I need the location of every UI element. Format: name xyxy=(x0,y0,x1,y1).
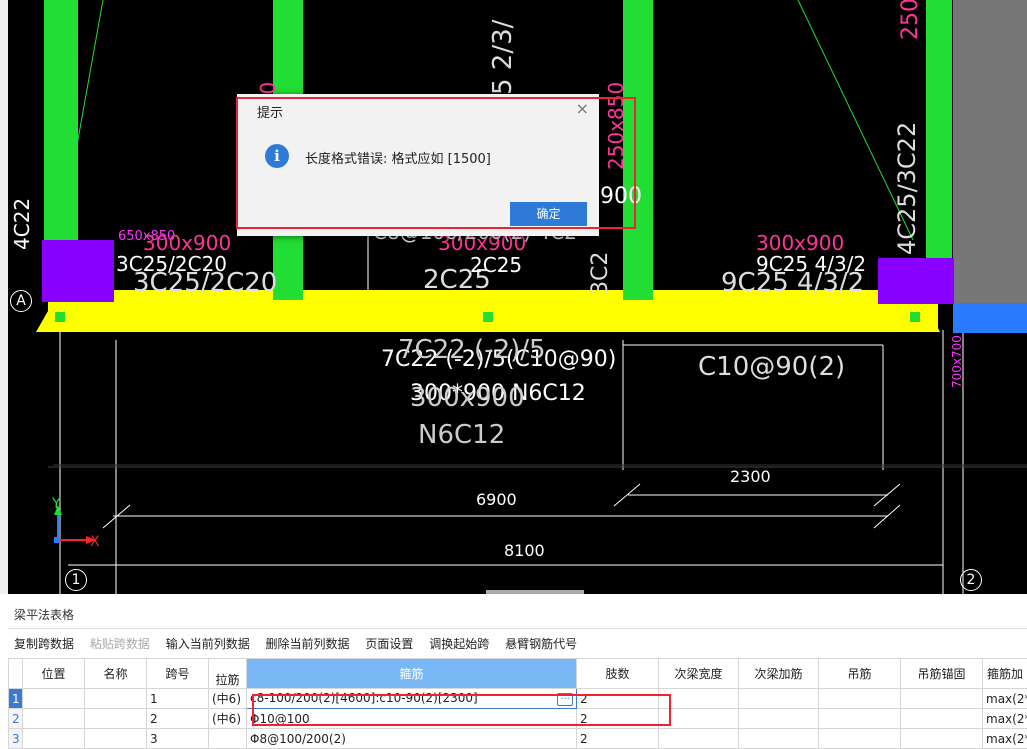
column-left xyxy=(44,0,78,245)
axis-2-marker: 2 xyxy=(960,569,982,591)
x-axis-label: X xyxy=(90,534,100,550)
cell-tie[interactable]: (中6) xyxy=(209,689,247,709)
delete-column-button[interactable]: 删除当前列数据 xyxy=(266,635,350,652)
label-700: 700x700 xyxy=(950,335,964,388)
axis-1-marker: 1 xyxy=(65,569,87,591)
header-stirrup-add[interactable]: 箍筋加 xyxy=(983,659,1027,689)
label-4c25: 4C25/3C22 xyxy=(893,122,921,255)
label-3c2: 3C2 xyxy=(588,252,613,295)
cell-hanger-anchor[interactable] xyxy=(901,689,983,709)
left-strip xyxy=(0,0,8,594)
row-number[interactable]: 1 xyxy=(9,689,23,709)
splitter-handle[interactable] xyxy=(486,590,584,594)
label-2c25b: 2C25 xyxy=(470,253,522,277)
cell-position[interactable] xyxy=(23,709,85,729)
axis-a-marker: A xyxy=(10,290,32,312)
label-2-3: 5 2/3/ xyxy=(488,20,518,95)
copy-span-button[interactable]: 复制跨数据 xyxy=(14,635,74,652)
cell-hanger[interactable] xyxy=(819,709,901,729)
cell-sec-add[interactable] xyxy=(739,709,819,729)
label-9c25b: 9C25 4/3/2 xyxy=(721,268,864,298)
cell-name[interactable] xyxy=(85,689,147,709)
cad-canvas[interactable]: 4C22 650x850 300x900 3C25/2C20 3C25/2C20… xyxy=(8,0,1027,594)
header-corner xyxy=(9,659,23,689)
cell-name[interactable] xyxy=(85,709,147,729)
label-4c22: 4C22 xyxy=(10,198,34,250)
label-c10: C10@90(2) xyxy=(698,352,845,382)
support-right xyxy=(878,258,954,304)
header-span[interactable]: 跨号 xyxy=(147,659,209,689)
cell-sec-add[interactable] xyxy=(739,689,819,709)
header-tie[interactable]: 拉筋 xyxy=(209,659,247,689)
label-n6c: N6C12 xyxy=(418,420,505,450)
header-sec-add[interactable]: 次梁加筋 xyxy=(739,659,819,689)
page-setup-button[interactable]: 页面设置 xyxy=(365,635,413,652)
label-7c22b: 7C22 (-2)/5 xyxy=(398,335,546,365)
cell-span[interactable]: 2 xyxy=(147,709,209,729)
cell-hanger-anchor[interactable] xyxy=(901,709,983,729)
highlight-box-dialog xyxy=(236,97,636,229)
highlight-box-cell xyxy=(252,694,671,726)
header-hanger-anchor[interactable]: 吊筋锚固 xyxy=(901,659,983,689)
cell-stirrup-add[interactable]: max(2*l xyxy=(983,689,1027,709)
panel-title: 梁平法表格 xyxy=(8,606,1027,629)
panel-toolbar: 复制跨数据 粘贴跨数据 输入当前列数据 删除当前列数据 页面设置 调换起始跨 悬… xyxy=(8,635,583,657)
cell-span[interactable]: 1 xyxy=(147,689,209,709)
y-axis-label: Y xyxy=(52,496,61,512)
cell-tie[interactable]: (中6) xyxy=(209,709,247,729)
header-sec-width[interactable]: 次梁宽度 xyxy=(659,659,739,689)
support-left xyxy=(42,240,114,302)
dim-8100: 8100 xyxy=(504,541,545,560)
header-stirrup[interactable]: 箍筋 xyxy=(247,659,577,689)
header-position[interactable]: 位置 xyxy=(23,659,85,689)
swap-start-span-button[interactable]: 调换起始跨 xyxy=(429,635,489,652)
dim-2300: 2300 xyxy=(730,467,771,486)
cell-stirrup-add[interactable]: max(2*l xyxy=(983,709,1027,729)
header-hanger[interactable]: 吊筋 xyxy=(819,659,901,689)
table-header-row: 位置 名称 跨号 拉筋 箍筋 肢数 次梁宽度 次梁加筋 吊筋 吊筋锚固 箍筋加 xyxy=(9,659,1027,689)
header-name[interactable]: 名称 xyxy=(85,659,147,689)
label-250a: 250 xyxy=(898,0,923,40)
column-right xyxy=(926,0,952,260)
cell-hanger[interactable] xyxy=(819,689,901,709)
paste-span-button[interactable]: 粘贴跨数据 xyxy=(90,635,150,652)
row-number[interactable]: 2 xyxy=(9,709,23,729)
label-n6b: 300x900 xyxy=(410,383,525,413)
cantilever-code-button[interactable]: 悬臂钢筋代号 xyxy=(505,635,577,652)
label-3c25b: 3C25/2C20 xyxy=(133,268,277,298)
cell-position[interactable] xyxy=(23,689,85,709)
input-column-button[interactable]: 输入当前列数据 xyxy=(166,635,250,652)
header-legs[interactable]: 肢数 xyxy=(577,659,659,689)
dim-6900: 6900 xyxy=(476,490,517,509)
